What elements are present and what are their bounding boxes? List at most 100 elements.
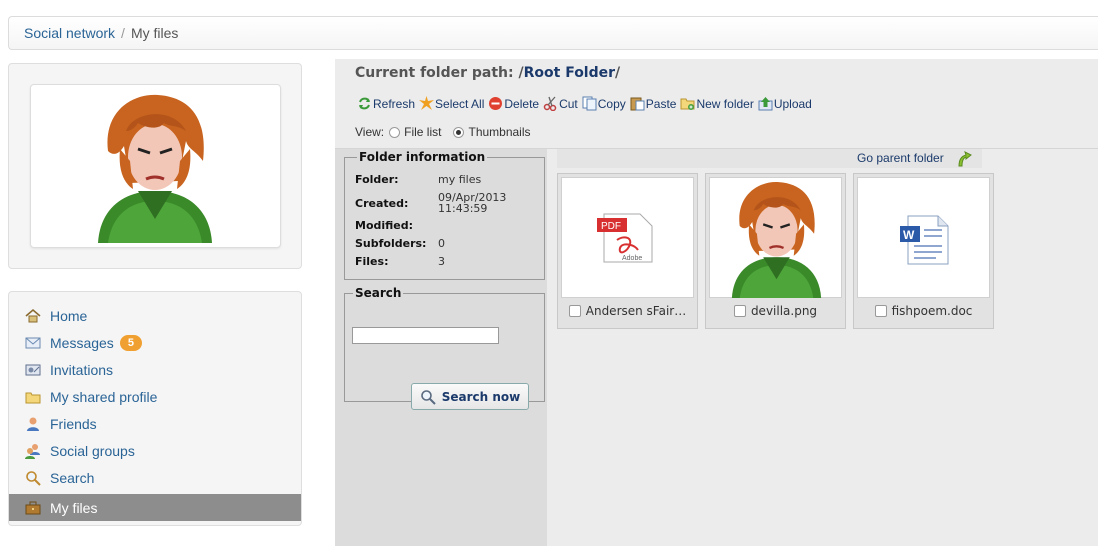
path-suffix: / [615,65,621,81]
files-value: 3 [438,254,445,268]
select-all-icon [419,96,435,111]
search-icon [420,389,436,405]
delete-label: Delete [504,96,540,111]
sidebar-item-label: Home [50,307,88,324]
file-thumbnail[interactable]: devilla.png [705,173,846,329]
group-icon [25,443,41,459]
breadcrumb-separator: / [121,25,125,41]
thumbnails-radio[interactable] [453,126,465,138]
sidebar-item-label: Social groups [50,442,135,459]
folder-icon [25,389,41,405]
messages-count-badge: 5 [119,334,142,351]
image-file-preview [709,177,842,298]
envelope-icon [25,335,41,351]
select-all-button[interactable]: Select All [419,96,484,111]
file-thumbnails: PDF Adobe Andersen sFair… devilla.png W … [557,173,1001,329]
view-label: View: [355,125,385,139]
upload-button[interactable]: Upload [758,96,812,111]
new-folder-button[interactable]: New folder [680,96,754,111]
file-checkbox[interactable] [568,305,581,317]
thumbnails-label[interactable]: Thumbnails [468,125,530,139]
search-panel: Search Search now [344,286,545,410]
file-thumbnail[interactable]: PDF Adobe Andersen sFair… [557,173,698,329]
go-parent-folder-link[interactable]: Go parent folder [857,149,972,167]
current-folder-path: Current folder path: /Root Folder/ [355,65,620,81]
profile-panel [8,63,302,269]
magnifier-icon [25,470,41,486]
new-folder-label: New folder [696,96,754,111]
copy-icon [582,96,597,111]
created-time: 11:43:59 [438,202,488,215]
path-root-folder[interactable]: Root Folder [524,65,615,81]
file-checkbox[interactable] [874,305,887,317]
refresh-button[interactable]: Refresh [357,96,415,111]
cut-label: Cut [559,96,578,111]
sidebar-item-home[interactable]: Home [9,302,301,329]
upload-icon [758,96,773,111]
paste-label: Paste [645,96,677,111]
search-input[interactable] [352,327,499,344]
file-manager: Current folder path: /Root Folder/ Refre… [335,59,1098,546]
folder-information-panel: Folder information Folder: my files Crea… [344,150,545,280]
delete-icon [488,96,503,111]
sidebar-item-search[interactable]: Search [9,464,301,491]
refresh-icon [357,96,372,111]
search-legend: Search [355,286,402,300]
up-arrow-icon [958,151,972,167]
folder-information-legend: Folder information [359,150,486,164]
copy-label: Copy [597,96,626,111]
search-now-label: Search now [441,389,521,404]
refresh-label: Refresh [373,96,416,111]
breadcrumb-root-link[interactable]: Social network [24,25,115,41]
avatar-image [78,91,232,243]
user-icon [25,416,41,432]
subfolders-value: 0 [438,236,445,250]
file-name: devilla.png [750,304,818,318]
invitation-icon [25,362,41,378]
home-icon [25,308,41,324]
search-now-button[interactable]: Search now [411,383,529,410]
upload-label: Upload [773,96,812,111]
copy-button[interactable]: Copy [582,96,626,111]
sidebar-item-label: My files [50,499,98,516]
sidebar-item-label: Friends [50,415,97,432]
modified-label: Modified: [355,218,414,232]
svg-text:Adobe: Adobe [622,255,642,262]
svg-text:PDF: PDF [601,221,621,232]
folder-information-table: Folder: my files Created: 09/Apr/2013 11:… [355,168,506,270]
file-checkbox[interactable] [733,305,746,317]
files-label: Files: [355,254,389,268]
avatar[interactable] [30,84,281,248]
sidebar-nav: Home Messages 5 Invitations My shared pr… [8,291,302,526]
created-label: Created: [355,196,409,210]
sidebar-item-label: Messages [50,334,114,351]
pdf-file-icon: PDF Adobe [561,177,694,298]
folder-value: my files [438,172,482,186]
go-parent-folder-label: Go parent folder [857,151,944,165]
sidebar-item-my-files[interactable]: My files [9,494,301,521]
file-thumbnail[interactable]: W fishpoem.doc [853,173,994,329]
sidebar-item-shared-profile[interactable]: My shared profile [9,383,301,410]
sidebar-item-social-groups[interactable]: Social groups [9,437,301,464]
paste-button[interactable]: Paste [630,96,677,111]
subfolders-label: Subfolders: [355,236,427,250]
path-label: Current folder path: [355,65,514,81]
sidebar-item-messages[interactable]: Messages 5 [9,329,301,356]
file-list-radio[interactable] [389,126,401,138]
doc-file-icon: W [857,177,990,298]
briefcase-icon [25,500,41,516]
modified-value [438,216,506,234]
sidebar-item-invitations[interactable]: Invitations [9,356,301,383]
sidebar-item-label: My shared profile [50,388,158,405]
sidebar-item-label: Search [50,469,95,486]
svg-text:W: W [903,228,915,242]
file-toolbar: Refresh Select All Delete Cut Copy Paste… [357,96,816,112]
paste-icon [630,96,645,111]
breadcrumb-current: My files [130,25,179,41]
breadcrumb: Social network / My files [8,16,1098,50]
delete-button[interactable]: Delete [488,96,539,111]
sidebar-item-friends[interactable]: Friends [9,410,301,437]
file-name: fishpoem.doc [891,304,973,318]
file-list-label[interactable]: File list [404,125,441,139]
cut-button[interactable]: Cut [543,96,578,112]
